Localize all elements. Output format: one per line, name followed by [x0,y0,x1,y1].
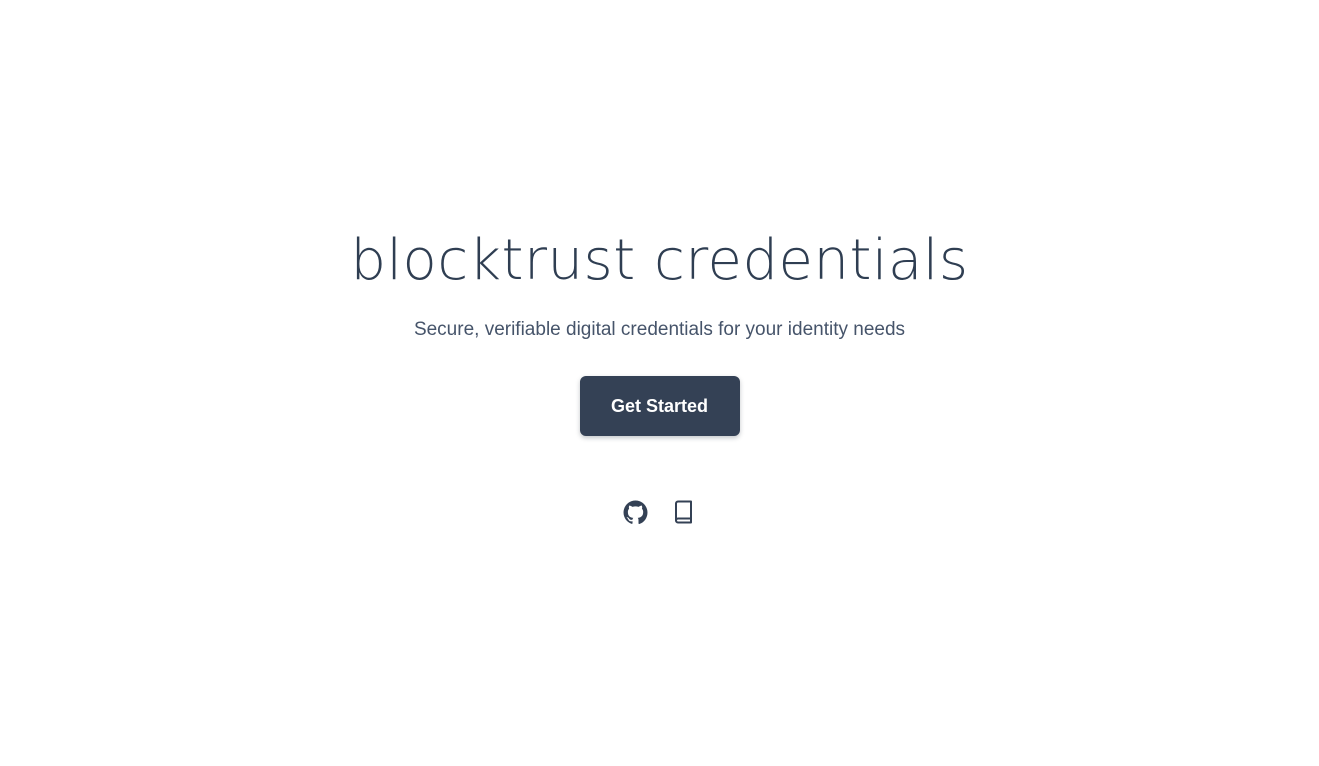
landing-page: blocktrust credentials Secure, verifiabl… [0,0,1319,766]
page-subtitle: Secure, verifiable digital credentials f… [413,319,906,340]
page-title: blocktrust credentials [350,228,969,293]
docs-link[interactable] [671,499,697,525]
social-links [623,499,697,525]
book-icon [673,500,695,525]
github-icon [623,500,648,525]
github-link[interactable] [623,499,649,525]
get-started-button[interactable]: Get Started [579,376,740,436]
hero-section: blocktrust credentials Secure, verifiabl… [0,228,1319,525]
